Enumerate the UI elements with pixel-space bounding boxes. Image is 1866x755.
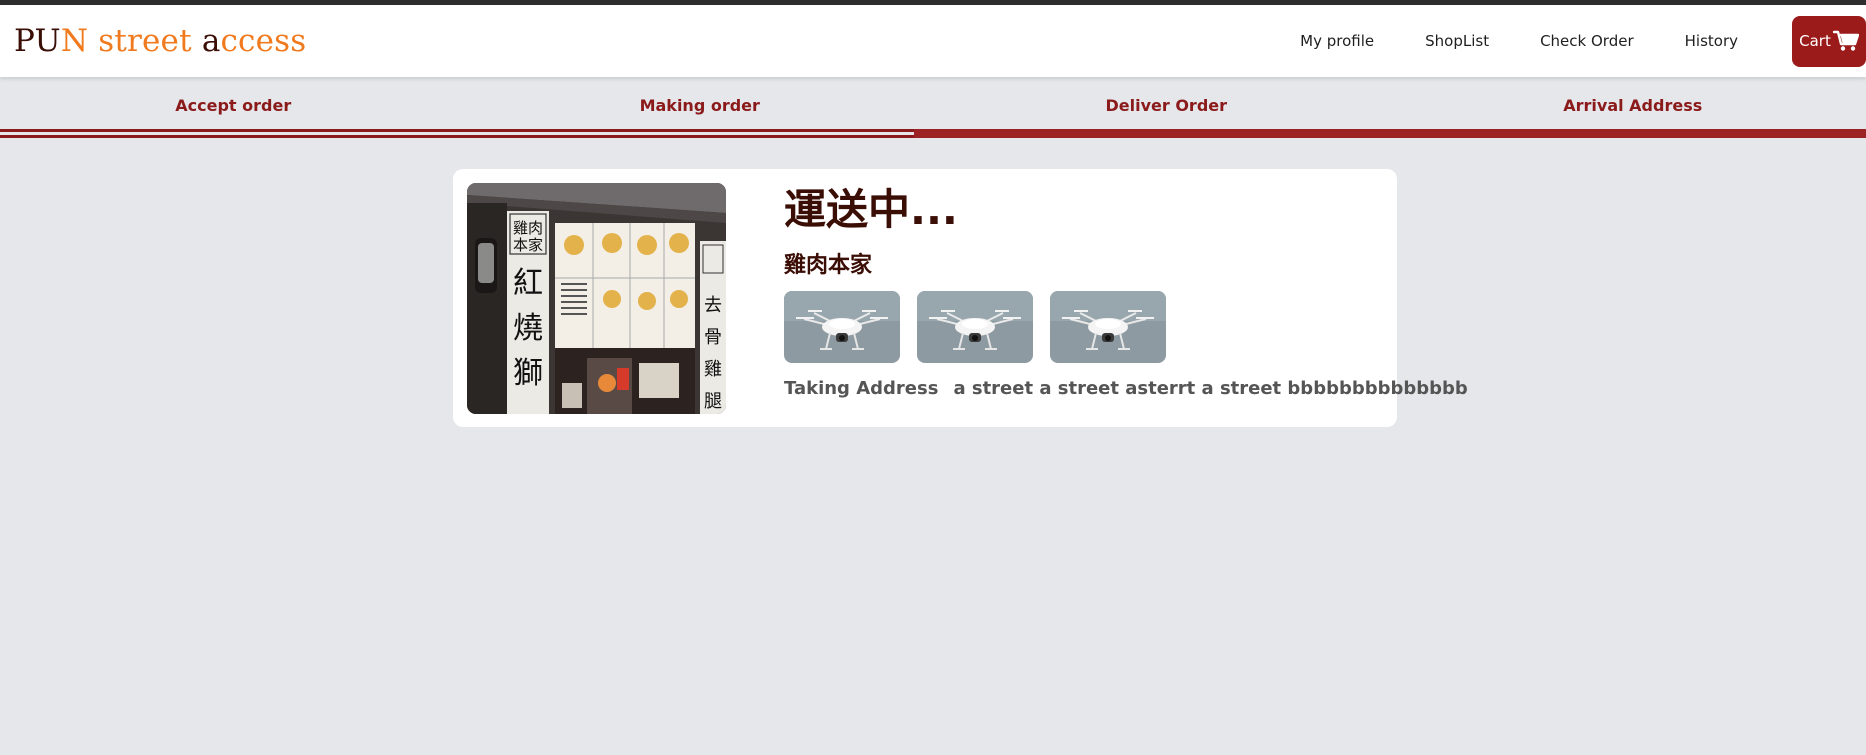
- nav-history[interactable]: History: [1685, 32, 1738, 50]
- logo-part-4: ccess: [220, 23, 307, 59]
- shop-sign-text-9: 腿: [704, 391, 722, 412]
- cart-button[interactable]: Cart: [1792, 15, 1866, 67]
- cart-label: Cart: [1799, 32, 1831, 50]
- nav-shoplist[interactable]: ShopList: [1425, 32, 1489, 50]
- logo-part-2: N street: [60, 23, 202, 59]
- nav-my-profile[interactable]: My profile: [1300, 32, 1374, 50]
- progress-bar: [0, 129, 1866, 138]
- logo-part-3: a: [201, 23, 221, 59]
- step-making-order: Making order: [639, 95, 760, 115]
- drone-image: [784, 291, 900, 364]
- shop-sign-text-5: 獅: [513, 356, 543, 391]
- shop-sign-text-2: 本家: [513, 236, 543, 254]
- shop-image: 雞肉 本家 紅 燒 獅 去 骨 雞 腿: [467, 183, 726, 414]
- address-label: Taking Address: [784, 378, 939, 400]
- address-value: a street a street asterrt a street bbbbb…: [953, 378, 1468, 400]
- nav-check-order[interactable]: Check Order: [1540, 32, 1634, 50]
- delivery-status-title: 運送中...: [784, 185, 958, 234]
- address-row: Taking Address a street a street asterrt…: [784, 378, 1468, 399]
- progress-fill: [914, 129, 1866, 138]
- main-nav: My profile ShopList Check Order History …: [1300, 5, 1866, 77]
- step-arrival-address: Arrival Address: [1563, 95, 1703, 115]
- order-card: 雞肉 本家 紅 燒 獅 去 骨 雞 腿 運送中... 雞肉本家 Taking A…: [453, 169, 1468, 427]
- cart-icon: [1832, 30, 1859, 51]
- shop-name: 雞肉本家: [784, 253, 873, 279]
- navbar: PUN street access My profile ShopList Ch…: [0, 5, 1866, 77]
- logo-part-1: PU: [14, 23, 61, 59]
- site-logo[interactable]: PUN street access: [14, 23, 306, 59]
- step-accept-order: Accept order: [175, 95, 292, 115]
- drone-image: [917, 291, 1033, 364]
- order-progress-steps: Accept order Making order Deliver Order …: [0, 77, 1866, 141]
- order-info: 運送中... 雞肉本家 Taking Address a street a st…: [784, 185, 1468, 399]
- shop-sign-text-8: 雞: [704, 359, 722, 380]
- shop-sign-text-7: 骨: [704, 327, 722, 348]
- drone-image: [1050, 291, 1166, 364]
- shop-sign-text-1: 雞肉: [513, 219, 543, 237]
- drone-list: [784, 291, 1468, 364]
- shop-sign-text-6: 去: [704, 295, 722, 316]
- shop-sign-text-3: 紅: [513, 266, 543, 301]
- step-deliver-order: Deliver Order: [1105, 95, 1228, 115]
- shop-sign-text-4: 燒: [513, 311, 543, 346]
